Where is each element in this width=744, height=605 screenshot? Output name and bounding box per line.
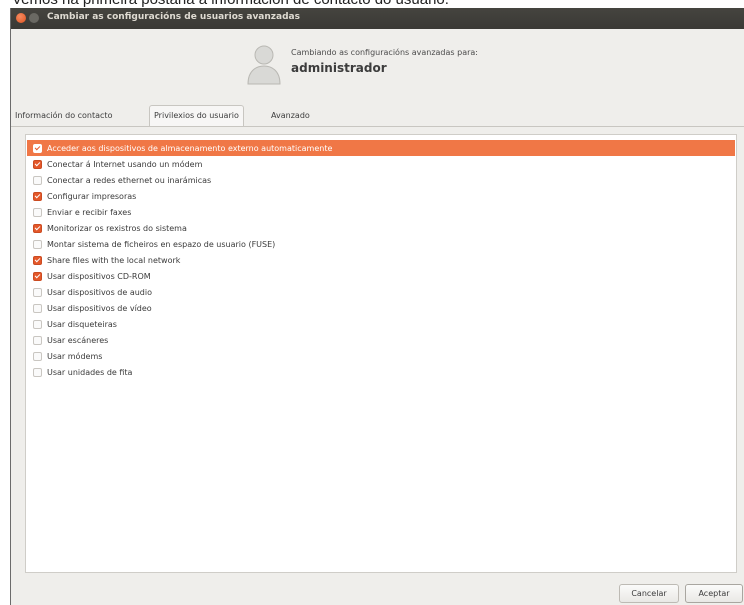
tab-contact-info[interactable]: Información do contacto <box>11 106 116 127</box>
privilege-label: Usar dispositivos de vídeo <box>47 303 152 313</box>
privilege-label: Usar dispositivos de audio <box>47 287 152 297</box>
privilege-checkbox[interactable] <box>33 335 42 345</box>
privilege-checkbox[interactable] <box>33 367 42 377</box>
privilege-checkbox[interactable] <box>33 223 42 233</box>
privilege-checkbox[interactable] <box>33 271 42 281</box>
window-title: Cambiar as configuracións de usuarios av… <box>47 12 300 22</box>
privilege-checkbox[interactable] <box>33 287 42 297</box>
page-caption: Vemos na primeira postana a información … <box>0 0 744 8</box>
privilege-row[interactable]: Monitorizar os rexistros do sistema <box>27 220 735 236</box>
caption-text: Vemos na primeira postana a información … <box>12 0 449 8</box>
minimize-window-button[interactable] <box>29 13 39 23</box>
privilege-label: Usar módems <box>47 351 103 361</box>
dialog-header: Cambiando as configuracións avanzadas pa… <box>245 38 645 86</box>
privilege-row[interactable]: Usar dispositivos de audio <box>27 284 735 300</box>
privilege-checkbox[interactable] <box>33 159 42 169</box>
privilege-label: Conectar á Internet usando un módem <box>47 159 203 169</box>
privilege-checkbox[interactable] <box>33 191 42 201</box>
user-avatar-icon <box>247 45 281 85</box>
privilege-row[interactable]: Conectar á Internet usando un módem <box>27 156 735 172</box>
privilege-label: Usar dispositivos CD-ROM <box>47 271 151 281</box>
privilege-checkbox[interactable] <box>33 143 42 153</box>
header-username: administrador <box>291 61 387 75</box>
privilege-row[interactable]: Enviar e recibir faxes <box>27 204 735 220</box>
privilege-checkbox[interactable] <box>33 319 42 329</box>
privilege-checkbox[interactable] <box>33 239 42 249</box>
privileges-list: Acceder aos dispositivos de almacenament… <box>25 134 737 573</box>
privilege-row[interactable]: Configurar impresoras <box>27 188 735 204</box>
title-bar: Cambiar as configuracións de usuarios av… <box>11 8 744 29</box>
privilege-row[interactable]: Usar escáneres <box>27 332 735 348</box>
privilege-row[interactable]: Share files with the local network <box>27 252 735 268</box>
cancel-button[interactable]: Cancelar <box>619 584 679 603</box>
tab-advanced[interactable]: Avanzado <box>267 106 314 127</box>
tab-bar: Información do contacto Privilexios do u… <box>11 105 744 127</box>
privilege-checkbox[interactable] <box>33 207 42 217</box>
privilege-row[interactable]: Usar unidades de fita <box>27 364 735 380</box>
privilege-checkbox[interactable] <box>33 255 42 265</box>
tab-user-privileges[interactable]: Privilexios do usuario <box>149 105 244 127</box>
close-window-button[interactable] <box>16 13 26 23</box>
privilege-label: Usar escáneres <box>47 335 109 345</box>
privilege-label: Acceder aos dispositivos de almacenament… <box>47 143 333 153</box>
dialog-window: Cambiar as configuracións de usuarios av… <box>10 8 744 605</box>
privilege-row[interactable]: Conectar a redes ethernet ou inarámicas <box>27 172 735 188</box>
privilege-row[interactable]: Usar módems <box>27 348 735 364</box>
privilege-row[interactable]: Usar disqueteiras <box>27 316 735 332</box>
privilege-label: Montar sistema de ficheiros en espazo de… <box>47 239 276 249</box>
accept-button[interactable]: Aceptar <box>685 584 743 603</box>
privilege-row[interactable]: Usar dispositivos CD-ROM <box>27 268 735 284</box>
privilege-label: Enviar e recibir faxes <box>47 207 132 217</box>
privilege-row[interactable]: Usar dispositivos de vídeo <box>27 300 735 316</box>
header-subtitle: Cambiando as configuracións avanzadas pa… <box>291 48 478 57</box>
privilege-label: Conectar a redes ethernet ou inarámicas <box>47 175 212 185</box>
tab-divider <box>11 126 744 127</box>
privilege-label: Share files with the local network <box>47 255 181 265</box>
privilege-checkbox[interactable] <box>33 351 42 361</box>
privilege-label: Configurar impresoras <box>47 191 137 201</box>
privilege-checkbox[interactable] <box>33 303 42 313</box>
privilege-label: Usar disqueteiras <box>47 319 117 329</box>
privilege-row[interactable]: Acceder aos dispositivos de almacenament… <box>27 140 735 156</box>
privilege-label: Monitorizar os rexistros do sistema <box>47 223 187 233</box>
privilege-label: Usar unidades de fita <box>47 367 133 377</box>
privilege-row[interactable]: Montar sistema de ficheiros en espazo de… <box>27 236 735 252</box>
privilege-checkbox[interactable] <box>33 175 42 185</box>
